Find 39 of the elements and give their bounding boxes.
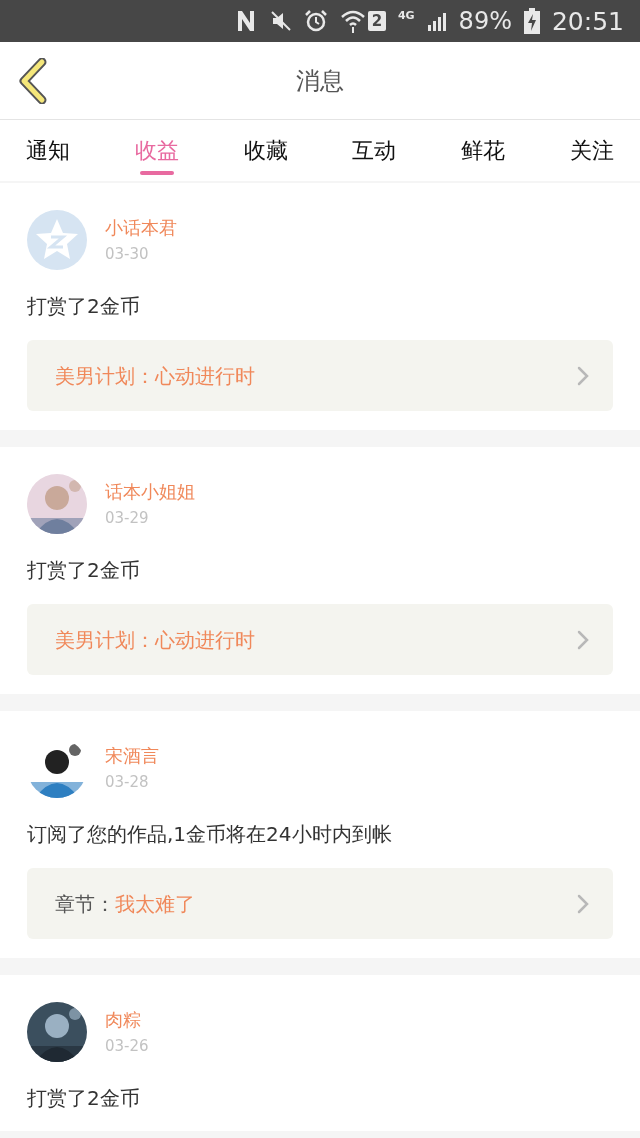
user-name[interactable]: 肉粽 (105, 1009, 149, 1031)
alarm-icon (303, 9, 328, 33)
tab[interactable]: 收藏 (231, 120, 300, 181)
message-date: 03-26 (105, 1037, 149, 1055)
tab[interactable]: 通知 (14, 120, 82, 181)
tab[interactable]: 收益 (122, 120, 191, 181)
page-title: 消息 (296, 65, 344, 97)
back-button[interactable] (18, 58, 48, 104)
work-link[interactable]: 章节：我太难了 (27, 868, 613, 939)
work-link[interactable]: 美男计划：心动进行时 (27, 340, 613, 411)
work-title: 美男计划：心动进行时 (55, 626, 255, 654)
message-date: 03-28 (105, 773, 150, 791)
chevron-right-icon (577, 629, 589, 650)
chevron-right-icon (577, 893, 589, 914)
signal-icon (426, 11, 447, 31)
tab[interactable]: 关注 (558, 120, 626, 181)
chevron-right-icon (577, 365, 589, 386)
work-link[interactable]: 美男计划：心动进行时 (27, 604, 613, 675)
message-text: 订阅了您的作品,1金币将在24小时内到帐 (27, 821, 393, 848)
work-title: 章节：我太难了 (55, 890, 195, 918)
clock: 20:51 (551, 8, 624, 34)
tab[interactable]: 鲜花 (449, 120, 518, 181)
default-avatar-icon (27, 210, 87, 270)
battery-charging-icon (523, 8, 540, 34)
mute-icon (269, 10, 292, 32)
tab[interactable]: 互动 (340, 120, 409, 181)
sim-indicator: 2 (367, 11, 386, 31)
wifi-icon (339, 9, 366, 33)
user-name[interactable]: 话本小姐姐 (105, 481, 195, 503)
user-name[interactable]: 小话本君 (105, 217, 177, 239)
user-name[interactable]: 宋酒言 (105, 745, 159, 767)
message-date: 03-30 (105, 245, 150, 263)
battery-percent: 89% (458, 9, 512, 33)
message-date: 03-29 (105, 509, 150, 527)
work-title: 美男计划：心动进行时 (55, 362, 255, 390)
message-text: 打赏了2金币 (27, 1085, 141, 1112)
message-text: 打赏了2金币 (27, 557, 141, 584)
message-text: 打赏了2金币 (27, 293, 141, 320)
network-type: 4G (397, 7, 415, 24)
